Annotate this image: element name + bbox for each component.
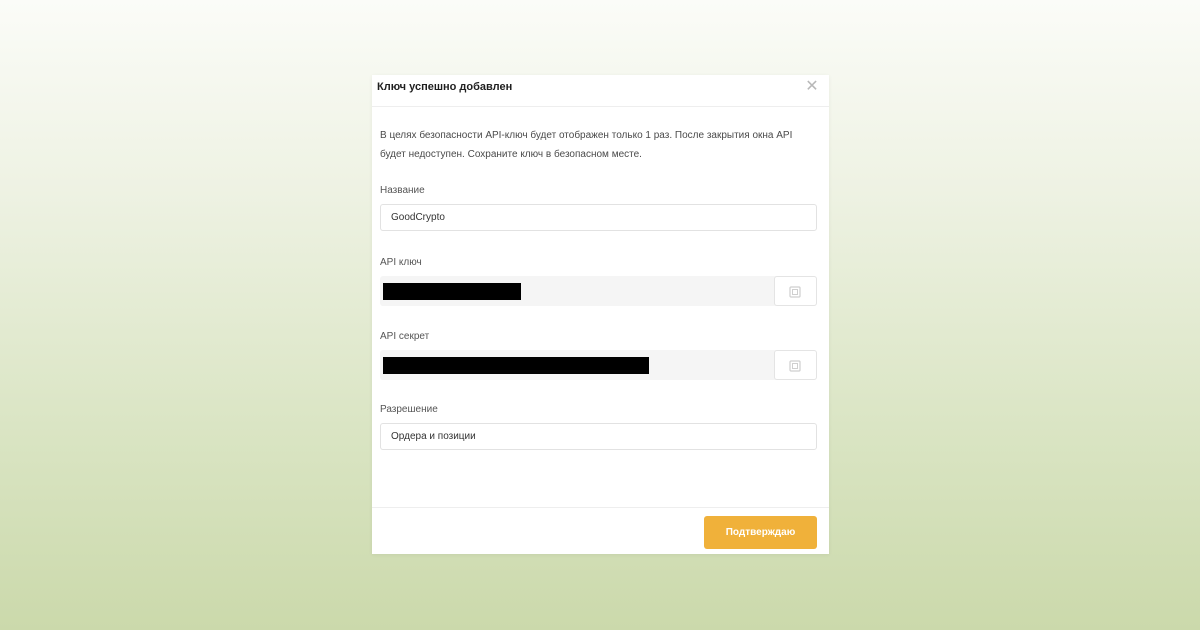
permission-label: Разрешение: [380, 404, 438, 415]
api-secret-redaction: [383, 357, 649, 374]
security-notice: В целях безопасности API-ключ будет отоб…: [380, 130, 793, 160]
api-secret-label: API секрет: [380, 331, 430, 342]
copy-icon: [789, 286, 801, 298]
permission-field[interactable]: Ордера и позиции: [380, 423, 817, 450]
dialog-footer: Подтверждаю: [372, 507, 829, 554]
copy-api-key-button[interactable]: [774, 276, 817, 306]
dialog-title: Ключ успешно добавлен: [377, 81, 513, 93]
copy-icon: [789, 360, 801, 372]
api-key-label: API ключ: [380, 257, 422, 268]
api-key-added-dialog: Ключ успешно добавлен ✕ В целях безопасн…: [372, 75, 829, 554]
name-field[interactable]: GoodCrypto: [380, 204, 817, 231]
api-key-redaction: [383, 283, 521, 300]
dialog-body: В целях безопасности API-ключ будет отоб…: [380, 107, 817, 450]
name-label: Название: [380, 185, 425, 196]
close-icon[interactable]: ✕: [804, 78, 820, 96]
dialog-header: Ключ успешно добавлен ✕: [372, 75, 829, 107]
confirm-button[interactable]: Подтверждаю: [704, 516, 817, 549]
api-key-field[interactable]: [380, 276, 817, 306]
api-secret-field[interactable]: [380, 350, 817, 380]
copy-api-secret-button[interactable]: [774, 350, 817, 380]
